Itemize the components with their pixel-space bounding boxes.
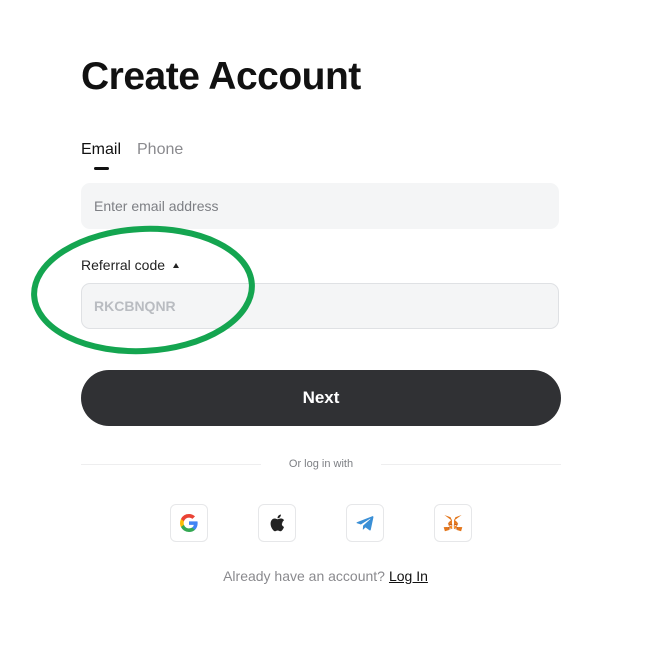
telegram-icon	[356, 516, 374, 531]
metamask-login-button[interactable]	[434, 504, 472, 542]
google-icon	[180, 514, 198, 532]
active-tab-indicator	[94, 167, 109, 170]
apple-icon	[270, 514, 285, 532]
divider-line-left	[81, 464, 261, 465]
divider-text: Or log in with	[288, 458, 354, 470]
create-account-page: Create Account Email Phone Referral code…	[0, 0, 651, 651]
caret-up-icon	[173, 263, 180, 268]
next-button[interactable]: Next	[81, 370, 561, 426]
divider-line-right	[381, 464, 561, 465]
referral-code-toggle[interactable]: Referral code	[81, 257, 180, 273]
apple-login-button[interactable]	[258, 504, 296, 542]
metamask-icon	[443, 515, 463, 532]
telegram-login-button[interactable]	[346, 504, 384, 542]
referral-code-label: Referral code	[81, 257, 166, 273]
login-prompt: Already have an account? Log In	[0, 568, 651, 584]
tab-email[interactable]: Email	[81, 140, 121, 160]
login-link[interactable]: Log In	[389, 568, 428, 584]
google-login-button[interactable]	[170, 504, 208, 542]
referral-code-input[interactable]	[81, 283, 559, 329]
login-prompt-text: Already have an account?	[223, 568, 385, 584]
email-input[interactable]	[81, 183, 559, 229]
page-title: Create Account	[81, 55, 361, 98]
tab-phone[interactable]: Phone	[137, 140, 183, 160]
